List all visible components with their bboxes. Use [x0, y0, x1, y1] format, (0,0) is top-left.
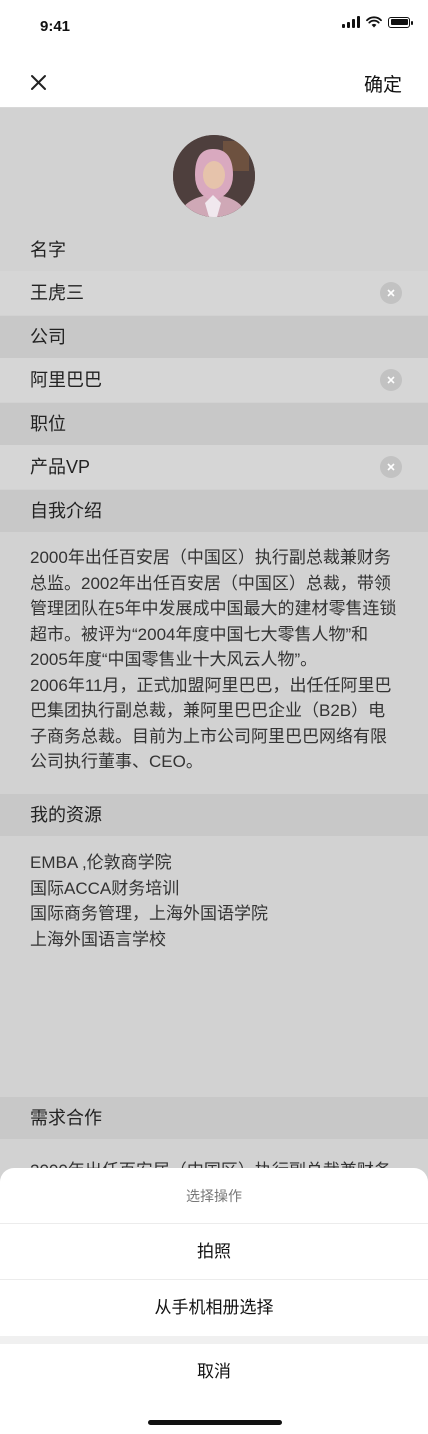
- clear-icon[interactable]: [380, 282, 402, 304]
- position-field[interactable]: 产品VP: [0, 445, 428, 489]
- status-icons: [342, 16, 413, 28]
- take-photo-button[interactable]: 拍照: [0, 1224, 428, 1280]
- action-sheet-title: 选择操作: [0, 1168, 428, 1224]
- close-icon: [31, 75, 46, 90]
- battery-icon: [388, 16, 413, 28]
- name-value: 王虎三: [30, 283, 84, 303]
- signal-icon: [342, 16, 360, 28]
- choose-from-album-button[interactable]: 从手机相册选择: [0, 1280, 428, 1336]
- home-indicator: [148, 1420, 282, 1425]
- company-label: 公司: [0, 316, 428, 358]
- clear-icon[interactable]: [380, 456, 402, 478]
- resources-text[interactable]: EMBA ,伦敦商学院 国际ACCA财务培训 国际商务管理，上海外国语学院 上海…: [30, 850, 402, 952]
- name-label: 名字: [30, 240, 66, 260]
- company-field[interactable]: 阿里巴巴: [0, 358, 428, 402]
- position-value: 产品VP: [30, 457, 91, 477]
- close-button[interactable]: [22, 66, 54, 98]
- position-label: 职位: [0, 403, 428, 445]
- wifi-icon: [366, 16, 382, 28]
- clear-icon[interactable]: [380, 369, 402, 391]
- cooperation-label: 需求合作: [0, 1097, 428, 1139]
- intro-label: 自我介绍: [0, 490, 428, 532]
- avatar[interactable]: [173, 135, 255, 217]
- sheet-divider: [0, 1336, 428, 1344]
- company-value: 阿里巴巴: [30, 370, 102, 390]
- status-bar: 9:41: [0, 0, 428, 56]
- action-sheet: 选择操作 拍照 从手机相册选择 取消: [0, 1168, 428, 1434]
- resources-label: 我的资源: [0, 794, 428, 836]
- name-field[interactable]: 王虎三: [0, 271, 428, 315]
- status-time: 9:41: [40, 18, 71, 35]
- nav-bar: 确定: [0, 56, 428, 108]
- intro-text[interactable]: 2000年出任百安居（中国区）执行副总裁兼财务 总监。2002年出任百安居（中国…: [30, 545, 402, 775]
- confirm-button[interactable]: 确定: [364, 70, 402, 97]
- cancel-button[interactable]: 取消: [0, 1344, 428, 1400]
